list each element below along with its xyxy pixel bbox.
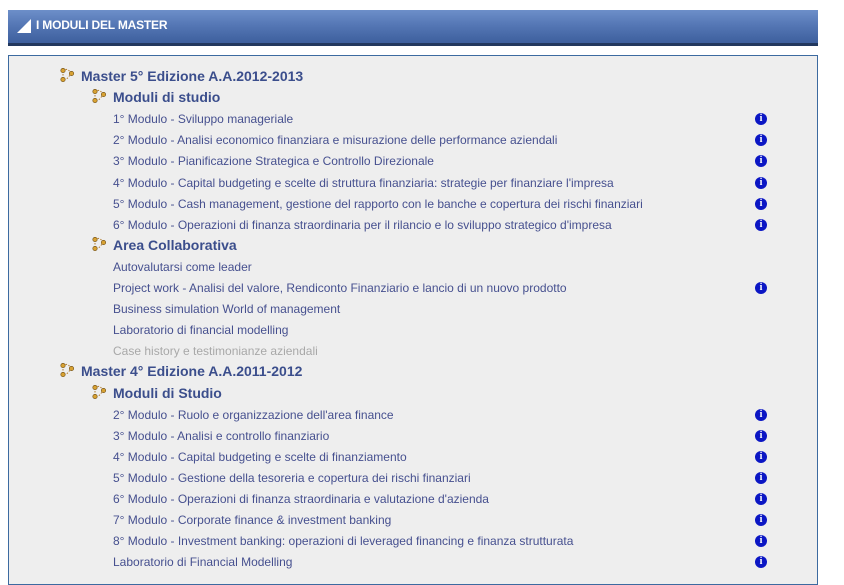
module-group-node[interactable]: Moduli di studio <box>9 87 817 108</box>
module-list-item: 6° Modulo - Operazioni di finanza straor… <box>9 488 817 509</box>
module-link: Case history e testimonianze aziendali <box>113 344 318 359</box>
info-icon[interactable]: i <box>755 429 767 442</box>
module-list-item: 5° Modulo - Cash management, gestione de… <box>9 193 817 214</box>
info-icon[interactable]: i <box>755 197 767 210</box>
tree-node-icon <box>59 362 75 378</box>
module-link[interactable]: Laboratorio di Financial Modelling <box>113 555 292 569</box>
module-link[interactable]: 8° Modulo - Investment banking: operazio… <box>113 534 573 548</box>
module-list-item: 2° Modulo - Analisi economico finanziara… <box>9 129 817 150</box>
module-list-item: Autovalutarsi come leader <box>9 256 817 277</box>
module-list-item: 2° Modulo - Ruolo e organizzazione dell'… <box>9 404 817 425</box>
module-link[interactable]: 4° Modulo - Capital budgeting e scelte d… <box>113 176 614 190</box>
info-icon[interactable]: i <box>755 113 767 126</box>
section-title: I MODULI DEL MASTER <box>36 18 168 32</box>
module-list-item: Project work - Analisi del valore, Rendi… <box>9 277 817 298</box>
module-list-item: 7° Modulo - Corporate finance & investme… <box>9 509 817 530</box>
module-list-item: 3° Modulo - Analisi e controllo finanzia… <box>9 425 817 446</box>
tree-node-icon <box>59 67 75 83</box>
module-list-item: 3° Modulo - Pianificazione Strategica e … <box>9 150 817 171</box>
module-link[interactable]: 1° Modulo - Sviluppo manageriale <box>113 112 293 126</box>
module-link[interactable]: Autovalutarsi come leader <box>113 260 252 274</box>
info-icon[interactable]: i <box>755 493 767 505</box>
info-icon[interactable]: i <box>755 450 767 463</box>
module-list-item: 1° Modulo - Sviluppo manageriale i <box>9 108 817 129</box>
module-link[interactable]: Business simulation World of management <box>113 302 340 316</box>
module-link[interactable]: 6° Modulo - Operazioni di finanza straor… <box>113 218 612 232</box>
module-list-item: 5° Modulo - Gestione della tesoreria e c… <box>9 467 817 488</box>
module-list-item: 6° Modulo - Operazioni di finanza straor… <box>9 214 817 235</box>
module-link[interactable]: 2° Modulo - Ruolo e organizzazione dell'… <box>113 408 394 422</box>
section-header: I MODULI DEL MASTER <box>8 10 818 46</box>
tree-node-icon <box>91 88 107 104</box>
modules-tree-panel: Master 5° Edizione A.A.2012-2013 Moduli d… <box>8 55 818 585</box>
module-list-item: Business simulation World of management <box>9 298 817 319</box>
triangle-corner-icon <box>17 19 31 33</box>
module-link[interactable]: Project work - Analisi del valore, Rendi… <box>113 281 567 295</box>
master-edition-label[interactable]: Master 5° Edizione A.A.2012-2013 <box>81 68 303 84</box>
module-link[interactable]: 5° Modulo - Cash management, gestione de… <box>113 197 643 211</box>
info-icon[interactable]: i <box>755 514 767 527</box>
module-list-item: Laboratorio di financial modelling <box>9 319 817 340</box>
tree-node-icon <box>91 236 107 252</box>
master-edition-label[interactable]: Master 4° Edizione A.A.2011-2012 <box>81 363 302 379</box>
module-list-item: Case history e testimonianze aziendali <box>9 340 817 361</box>
module-group-label[interactable]: Moduli di Studio <box>113 385 222 401</box>
master-edition-node[interactable]: Master 4° Edizione A.A.2011-2012 <box>9 361 817 382</box>
module-list-item: Laboratorio di Financial Modelling i <box>9 551 817 572</box>
module-list-item: 4° Modulo - Capital budgeting e scelte d… <box>9 446 817 467</box>
module-link[interactable]: 3° Modulo - Pianificazione Strategica e … <box>113 154 434 168</box>
info-icon[interactable]: i <box>755 556 767 569</box>
info-icon[interactable]: i <box>755 134 767 147</box>
module-group-node[interactable]: Area Collaborativa <box>9 235 817 256</box>
module-link[interactable]: 3° Modulo - Analisi e controllo finanzia… <box>113 429 329 443</box>
master-edition-node[interactable]: Master 5° Edizione A.A.2012-2013 <box>9 66 817 87</box>
info-icon[interactable]: i <box>755 535 767 548</box>
info-icon[interactable]: i <box>755 471 767 484</box>
module-link[interactable]: Laboratorio di financial modelling <box>113 323 288 337</box>
info-icon[interactable]: i <box>755 282 767 294</box>
module-list-item: 4° Modulo - Capital budgeting e scelte d… <box>9 172 817 193</box>
info-icon[interactable]: i <box>755 408 767 421</box>
module-list-item: 8° Modulo - Investment banking: operazio… <box>9 530 817 551</box>
info-icon[interactable]: i <box>755 155 767 168</box>
module-group-label[interactable]: Moduli di studio <box>113 89 220 105</box>
module-group-node[interactable]: Moduli di Studio <box>9 383 817 404</box>
info-icon[interactable]: i <box>755 218 767 231</box>
module-link[interactable]: 5° Modulo - Gestione della tesoreria e c… <box>113 471 471 485</box>
info-icon[interactable]: i <box>755 176 767 189</box>
tree-node-icon <box>91 384 107 400</box>
module-link[interactable]: 2° Modulo - Analisi economico finanziara… <box>113 133 557 147</box>
module-link[interactable]: 7° Modulo - Corporate finance & investme… <box>113 513 391 527</box>
module-link[interactable]: 4° Modulo - Capital budgeting e scelte d… <box>113 450 407 464</box>
module-link[interactable]: 6° Modulo - Operazioni di finanza straor… <box>113 492 489 506</box>
module-group-label[interactable]: Area Collaborativa <box>113 237 237 253</box>
